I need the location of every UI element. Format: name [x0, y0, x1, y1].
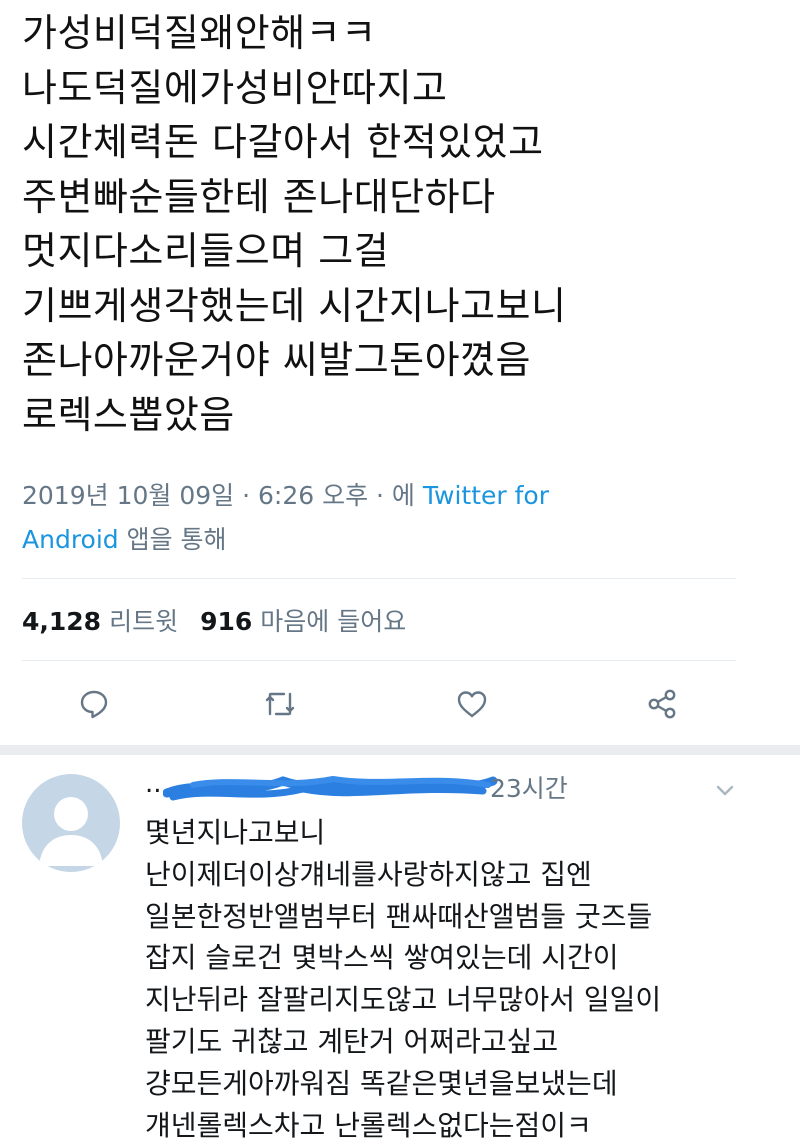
- tweet-stats: 4,128 리트윗 916 마음에 들어요: [22, 602, 406, 642]
- retweets-count: 4,128: [22, 607, 102, 636]
- tweet-line: 존나아까운거야 씨발그돈아꼈음: [22, 338, 532, 382]
- likes-stat[interactable]: 916 마음에 들어요: [200, 607, 406, 636]
- tweet-text: 가성비덕질왜안해ㅋㅋ 나도덕질에가성비안따지고 시간체력돈 다갈아서 한적있었고…: [22, 6, 762, 442]
- avatar[interactable]: [22, 774, 120, 872]
- share-button[interactable]: [640, 682, 684, 726]
- source-prefix: 에: [391, 481, 423, 510]
- reply-timestamp[interactable]: 23시간: [490, 769, 568, 805]
- reply-line: 팔기도 귀찮고 계탄거 어쩌라고싶고: [145, 1024, 559, 1058]
- section-separator: [0, 745, 800, 755]
- reply-line: 잡지 슬로건 몇박스씩 쌓여있는데 시간이: [145, 941, 619, 975]
- tweet-line: 시간체력돈 다갈아서 한적있었고: [22, 120, 544, 164]
- source-suffix: 앱을 통해: [118, 525, 227, 554]
- meta-separator: ·: [234, 481, 258, 510]
- tweet-date[interactable]: 2019년 10월 09일: [22, 481, 234, 510]
- tweet-timestamp: 2019년 10월 09일 · 6:26 오후 · 에 Twitter for …: [22, 474, 722, 562]
- source-link-continued[interactable]: Android: [22, 525, 119, 554]
- default-avatar-icon: [39, 797, 103, 866]
- redaction-scribble: [163, 775, 498, 801]
- heart-icon: [457, 691, 487, 718]
- meta-separator: ·: [368, 481, 392, 510]
- retweets-stat[interactable]: 4,128 리트윗: [22, 607, 178, 636]
- reply-line: 몇년지나고보니: [145, 816, 326, 849]
- tweet-line: 가성비덕질왜안해ㅋㅋ: [22, 11, 377, 55]
- reply-line: 걔넨롤렉스차고 난롤렉스없다는점이ㅋ: [145, 1108, 592, 1139]
- tweet-detail-page: 가성비덕질왜안해ㅋㅋ 나도덕질에가성비안따지고 시간체력돈 다갈아서 한적있었고…: [0, 0, 800, 1139]
- likes-count: 916: [200, 607, 253, 636]
- tweet-meta-line-2: Android 앱을 통해: [22, 518, 722, 562]
- tweet-time[interactable]: 6:26 오후: [258, 481, 368, 510]
- reply-username[interactable]: ..: [145, 769, 162, 799]
- reply-line: 지난뒤라 잘팔리지도않고 너무많아서 일일이: [145, 983, 662, 1017]
- likes-label: 마음에 들어요: [260, 607, 407, 636]
- reply-button[interactable]: [72, 682, 116, 726]
- divider: [22, 578, 736, 579]
- tweet-line: 주변빠순들한테 존나대단하다: [22, 174, 496, 219]
- divider: [22, 660, 736, 661]
- share-icon: [648, 689, 676, 719]
- reply-line: 일본한정반앨범부터 팬싸때산앨범들 굿즈들: [145, 899, 653, 933]
- speech-bubble-icon: [80, 690, 108, 719]
- retweet-button[interactable]: [258, 682, 302, 726]
- reply-header: .. 23시간: [145, 767, 745, 807]
- chevron-down-icon[interactable]: [710, 778, 740, 802]
- tweet-meta-line-1: 2019년 10월 09일 · 6:26 오후 · 에 Twitter for: [22, 474, 722, 518]
- tweet-line: 나도덕질에가성비안따지고: [22, 65, 448, 110]
- retweets-label: 리트윗: [109, 607, 179, 636]
- source-link[interactable]: Twitter for: [423, 481, 549, 510]
- tweet-line: 기쁘게생각했는데 시간지나고보니: [22, 283, 567, 328]
- reply-line: 걍모든게아까워짐 똑같은몇년을보냈는데: [145, 1066, 618, 1100]
- reply-text: 몇년지나고보니 난이제더이상걔네를사랑하지않고 집엔 일본한정반앨범부터 팬싸때…: [145, 812, 765, 1139]
- reply-line: 난이제더이상걔네를사랑하지않고 집엔: [145, 857, 592, 891]
- retweet-icon: [265, 692, 295, 716]
- tweet-line: 멋지다소리들으며 그걸: [22, 229, 390, 273]
- like-button[interactable]: [450, 682, 494, 726]
- tweet-action-bar: [0, 682, 800, 730]
- tweet-line: 로렉스뽑았음: [22, 392, 235, 437]
